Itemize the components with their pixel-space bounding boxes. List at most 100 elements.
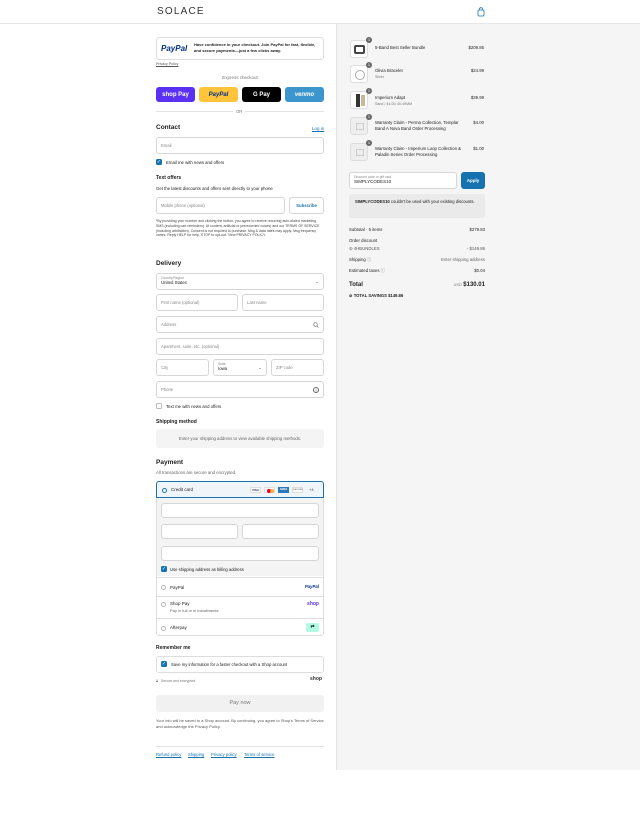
- cart-item-name: 5-Band Best Seller Bundle: [375, 45, 426, 50]
- order-discount-label: Order discount: [349, 238, 378, 243]
- privacy-policy-footer-link[interactable]: Privacy policy: [211, 752, 237, 757]
- state-select[interactable]: State Iowa ⌄: [213, 359, 267, 376]
- paypal-button[interactable]: PayPal: [199, 87, 238, 102]
- mastercard-icon: [264, 487, 275, 493]
- shipping-method-message: Enter your shipping address to view avai…: [156, 429, 324, 448]
- shop-pay-logo-icon: shop: [307, 601, 319, 607]
- cart-item-variant: Sand / 44.0D 40-49MM: [375, 102, 413, 106]
- shipping-row: Shipping ⓘ Enter shipping address: [349, 257, 485, 263]
- credit-card-radio[interactable]: [162, 487, 167, 493]
- afterpay-label: Afterpay: [170, 625, 187, 630]
- help-icon[interactable]: ⓘ: [380, 268, 385, 273]
- cart-item-price: $24.99: [470, 68, 484, 73]
- cart-item-image: [350, 143, 368, 161]
- shop-pay-option[interactable]: Shop Pay Pay in full or in installments …: [156, 596, 324, 618]
- text-offers-desc: Get the latest discounts and offers sent…: [156, 186, 273, 191]
- mobile-phone-input[interactable]: Mobile phone (optional): [156, 197, 285, 214]
- login-link[interactable]: Log in: [312, 126, 324, 131]
- chevron-down-icon: ⌄: [258, 365, 262, 370]
- express-checkout-label: Express checkout: [222, 75, 258, 80]
- venmo-button[interactable]: venmo: [285, 87, 324, 102]
- subtotal-label: Subtotal · 5 items: [349, 227, 383, 232]
- taxes-label: Estimated taxes: [349, 268, 380, 273]
- zip-input[interactable]: ZIP code: [271, 359, 324, 376]
- discount-code-name: 4HBUNDLES: [353, 246, 380, 251]
- afterpay-option[interactable]: Afterpay ⇄: [156, 618, 324, 636]
- city-input[interactable]: City: [156, 359, 209, 376]
- security-code-input[interactable]: [242, 524, 319, 539]
- paypal-radio[interactable]: [161, 585, 166, 590]
- shop-pay-button[interactable]: shop Pay: [156, 87, 195, 102]
- quantity-badge: 1: [366, 114, 372, 120]
- help-icon[interactable]: ⓘ: [366, 257, 371, 262]
- remember-me-title: Remember me: [156, 645, 191, 651]
- cart-item-price: $39.99: [470, 95, 484, 100]
- card-number-input[interactable]: [161, 503, 319, 518]
- help-icon[interactable]: ?: [313, 386, 319, 393]
- visa-icon: VISA: [250, 487, 261, 493]
- expiration-input[interactable]: [161, 524, 238, 539]
- quantity-badge: 1: [366, 140, 372, 146]
- terms-of-service-link[interactable]: Terms of service: [244, 752, 274, 757]
- email-news-checkbox[interactable]: ✓: [156, 159, 162, 165]
- cart-item-price: $209.85: [468, 45, 484, 50]
- subscribe-button[interactable]: Subscribe: [289, 197, 324, 214]
- subtotal-value: $279.83: [469, 227, 485, 232]
- sms-legal-text: *By providing your number and clicking t…: [156, 219, 320, 238]
- delivery-title: Delivery: [156, 260, 182, 267]
- chevron-down-icon: ⌄: [315, 279, 319, 284]
- country-select[interactable]: Country/Region United States ⌄: [156, 273, 324, 290]
- privacy-policy-link[interactable]: Privacy Policy: [156, 62, 178, 66]
- text-offers-title: Text offers: [156, 175, 182, 181]
- phone-input[interactable]: Phone ?: [156, 381, 324, 398]
- afterpay-radio[interactable]: [161, 625, 166, 631]
- credit-card-option[interactable]: Credit card VISA AMEX DISCOVER +4: [156, 481, 324, 498]
- first-name-input[interactable]: First name (optional): [156, 294, 238, 311]
- phone-placeholder: Phone: [161, 387, 174, 392]
- search-icon: [313, 322, 319, 328]
- header: SOLACE: [0, 0, 640, 24]
- google-pay-button[interactable]: G Pay: [242, 87, 281, 102]
- paypal-banner-text: Have confidence in your checkout. Join P…: [194, 42, 316, 53]
- shipping-value: Enter shipping address: [441, 257, 485, 262]
- total-row: Total USD $130.01: [349, 282, 485, 288]
- quantity-badge: 1: [366, 88, 372, 94]
- discount-code-input[interactable]: Discount code or gift card SIMPLYCODES10: [349, 172, 457, 189]
- cart-item-price: $4.00: [473, 120, 484, 125]
- discount-code-value: SIMPLYCODES10: [354, 179, 392, 184]
- contact-title: Contact: [156, 124, 181, 131]
- email-input[interactable]: Email: [156, 137, 324, 154]
- cart-item-name: Imperium Adapt: [375, 95, 406, 100]
- total-value: $130.01: [463, 282, 485, 288]
- taxes-row: Estimated taxes ⓘ $0.04: [349, 268, 485, 274]
- save-info-checkbox[interactable]: ✓: [161, 661, 167, 667]
- shipping-method-title: Shipping method: [156, 419, 197, 425]
- brand-logo[interactable]: SOLACE: [157, 6, 205, 17]
- last-name-input[interactable]: Last name: [242, 294, 324, 311]
- paypal-option[interactable]: PayPal PayPal: [156, 577, 324, 596]
- paypal-logo-icon: PayPal: [304, 584, 319, 589]
- savings-label: TOTAL SAVINGS: [353, 293, 387, 298]
- apartment-input[interactable]: Apartment, suite, etc. (optional): [156, 338, 324, 355]
- pay-now-button[interactable]: Pay now: [156, 695, 324, 712]
- shop-pay-radio[interactable]: [161, 602, 166, 607]
- currency-label: USD: [453, 283, 462, 287]
- text-news-checkbox[interactable]: [156, 403, 162, 409]
- shop-pay-subtext: Pay in full or in installments: [170, 608, 219, 613]
- save-info-label: Save my information for a faster checkou…: [171, 662, 288, 667]
- shipping-link[interactable]: Shipping: [188, 752, 204, 757]
- or-label: OR: [233, 108, 246, 114]
- apply-button[interactable]: Apply: [461, 172, 485, 189]
- shopping-bag-icon[interactable]: [476, 7, 486, 17]
- address-input[interactable]: Address: [156, 316, 324, 333]
- cart-item-name: Olivia Bracelet: [375, 68, 403, 73]
- refund-policy-link[interactable]: Refund policy: [156, 752, 181, 757]
- paypal-banner-logo: PayPal: [161, 44, 188, 53]
- lock-icon: 🔒︎: [156, 678, 159, 683]
- use-shipping-checkbox[interactable]: ✓: [161, 566, 167, 572]
- footer-note: Your info will be saved to a Shop accoun…: [156, 718, 324, 729]
- name-on-card-input[interactable]: [161, 546, 319, 561]
- paypal-banner: PayPal Have confidence in your checkout.…: [156, 37, 324, 60]
- discount-error: SIMPLYCODES10 couldn't be used with your…: [349, 194, 485, 218]
- address-placeholder: Address: [161, 322, 177, 327]
